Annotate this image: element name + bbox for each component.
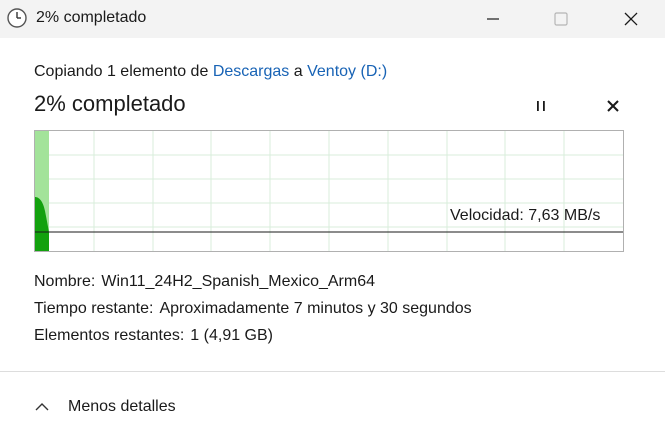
- name-value: Win11_24H2_Spanish_Mexico_Arm64: [101, 273, 375, 290]
- cancel-icon: [607, 100, 619, 112]
- source-link[interactable]: Descargas: [213, 63, 289, 80]
- name-row: Nombre: Win11_24H2_Spanish_Mexico_Arm64: [34, 273, 375, 291]
- progress-status: 2% completado: [34, 91, 186, 116]
- items-remaining-label: Elementos restantes:: [34, 327, 185, 344]
- title-bar: 2% completado: [0, 0, 665, 38]
- destination-link[interactable]: Ventoy (D:): [307, 63, 387, 80]
- close-icon: [624, 12, 638, 26]
- copy-prefix: Copiando 1 elemento de: [34, 63, 209, 80]
- cancel-button[interactable]: [599, 93, 627, 119]
- time-remaining-label: Tiempo restante:: [34, 300, 154, 317]
- copy-connector: a: [293, 63, 303, 80]
- speed-label: Velocidad: 7,63 MB/s: [450, 207, 601, 224]
- pause-button[interactable]: [527, 93, 555, 119]
- time-remaining-row: Tiempo restante: Aproximadamente 7 minuto…: [34, 300, 472, 318]
- pause-icon: [537, 101, 545, 111]
- items-remaining-value: 1 (4,91 GB): [190, 327, 273, 344]
- chevron-up-icon: [35, 403, 49, 411]
- maximize-button[interactable]: [538, 0, 584, 38]
- window-title: 2% completado: [36, 9, 147, 26]
- clock-icon: [6, 7, 28, 29]
- speed-graph: [34, 130, 624, 252]
- graph-grid: [35, 131, 623, 251]
- minimize-button[interactable]: [470, 0, 516, 38]
- time-remaining-value: Aproximadamente 7 minutos y 30 segundos: [159, 300, 472, 317]
- minimize-icon: [487, 18, 499, 20]
- speed-graph-canvas: [35, 131, 623, 251]
- copy-description: Copiando 1 elemento de Descargas a Vento…: [34, 63, 387, 81]
- items-remaining-row: Elementos restantes: 1 (4,91 GB): [34, 327, 273, 345]
- close-button[interactable]: [608, 0, 654, 38]
- fewer-details-label: Menos detalles: [68, 398, 176, 415]
- fewer-details-toggle[interactable]: Menos detalles: [34, 396, 176, 418]
- name-label: Nombre:: [34, 273, 96, 290]
- maximize-icon: [554, 12, 568, 26]
